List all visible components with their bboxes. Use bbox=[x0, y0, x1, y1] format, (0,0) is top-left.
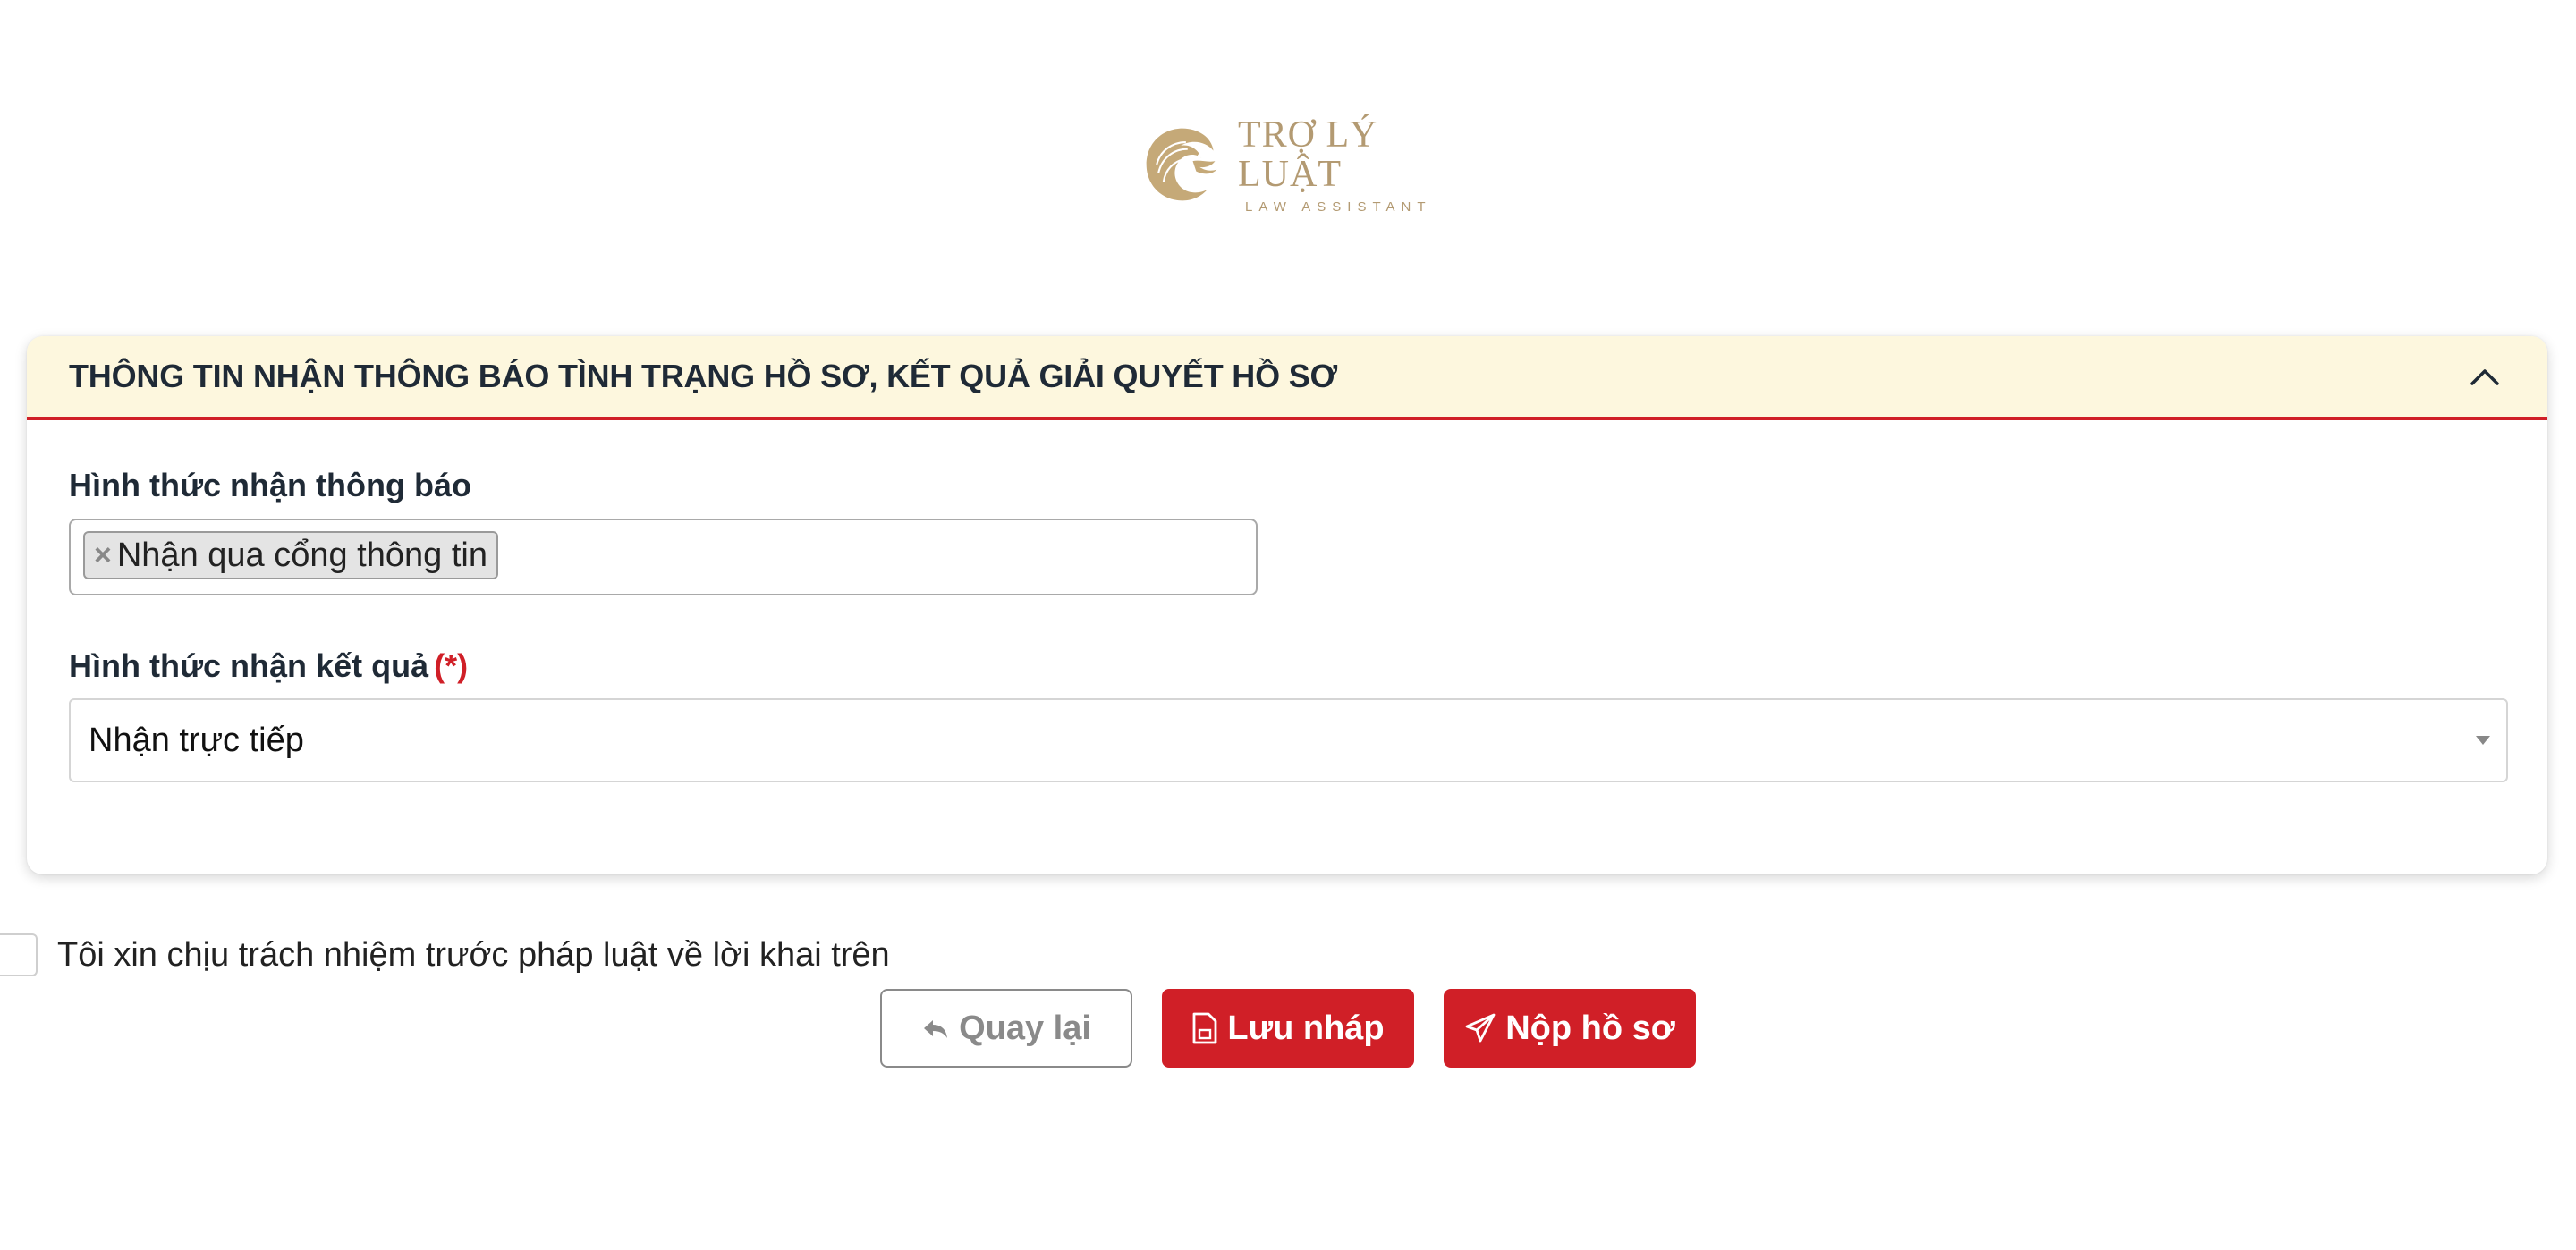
submit-button[interactable]: Nộp hồ sơ bbox=[1444, 989, 1696, 1068]
send-icon bbox=[1465, 1013, 1496, 1043]
declaration-checkbox[interactable] bbox=[0, 933, 38, 976]
result-method-value: Nhận trực tiếp bbox=[89, 721, 304, 759]
brand-title: TRỢ LÝ LUẬT bbox=[1238, 114, 1378, 195]
tag-label: Nhận qua cổng thông tin bbox=[116, 536, 487, 574]
reply-arrow-icon bbox=[924, 1020, 948, 1038]
notification-method-select[interactable]: × Nhận qua cổng thông tin bbox=[69, 519, 1258, 595]
back-button[interactable]: Quay lại bbox=[880, 989, 1132, 1068]
back-button-label: Quay lại bbox=[959, 1009, 1091, 1047]
tag-remove-icon[interactable]: × bbox=[94, 538, 112, 573]
required-mark: (*) bbox=[434, 647, 469, 684]
selected-tag: × Nhận qua cổng thông tin bbox=[83, 531, 498, 579]
panel-header[interactable]: THÔNG TIN NHẬN THÔNG BÁO TÌNH TRẠNG HỒ S… bbox=[27, 336, 2547, 420]
file-icon bbox=[1192, 1012, 1217, 1044]
chevron-up-icon[interactable] bbox=[2467, 359, 2503, 394]
result-method-label: Hình thức nhận kết quả (*) bbox=[69, 647, 469, 684]
save-draft-button[interactable]: Lưu nháp bbox=[1162, 989, 1414, 1068]
declaration-row: Tôi xin chịu trách nhiệm trước pháp luật… bbox=[0, 930, 890, 980]
notification-method-label: Hình thức nhận thông báo bbox=[69, 467, 471, 503]
dropdown-arrow-icon bbox=[2476, 736, 2490, 745]
declaration-text: Tôi xin chịu trách nhiệm trước pháp luật… bbox=[57, 935, 890, 974]
result-method-select[interactable]: Nhận trực tiếp bbox=[69, 698, 2508, 782]
brand-subtitle: LAW ASSISTANT bbox=[1245, 198, 1432, 215]
save-draft-label: Lưu nháp bbox=[1227, 1009, 1385, 1047]
eagle-logo-icon bbox=[1146, 128, 1217, 201]
panel-title: THÔNG TIN NHẬN THÔNG BÁO TÌNH TRẠNG HỒ S… bbox=[69, 358, 1338, 394]
notification-panel: THÔNG TIN NHẬN THÔNG BÁO TÌNH TRẠNG HỒ S… bbox=[27, 336, 2547, 874]
submit-button-label: Nộp hồ sơ bbox=[1505, 1009, 1675, 1047]
brand-logo: TRỢ LÝ LUẬT LAW ASSISTANT bbox=[1140, 115, 1444, 215]
